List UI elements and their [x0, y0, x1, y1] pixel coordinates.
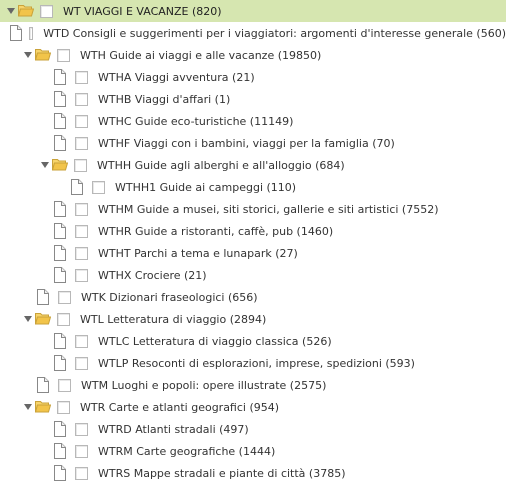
- document-icon: [53, 421, 69, 437]
- tree-label[interactable]: WTL Letteratura di viaggio (2894): [80, 313, 266, 326]
- tree-row-wth[interactable]: WTH Guide ai viaggi e alle vacanze (1985…: [0, 44, 506, 66]
- tree-label[interactable]: WTHB Viaggi d'affari (1): [98, 93, 230, 106]
- tree-row-wtha[interactable]: WTHA Viaggi avventura (21): [0, 66, 506, 88]
- document-icon: [53, 267, 69, 283]
- folder-open-icon: [35, 47, 51, 63]
- row-checkbox[interactable]: [58, 378, 71, 392]
- row-checkbox[interactable]: [75, 268, 88, 282]
- tree-label[interactable]: WTHA Viaggi avventura (21): [98, 71, 255, 84]
- row-checkbox[interactable]: [75, 444, 88, 458]
- tree-label[interactable]: WTHR Guide a ristoranti, caffè, pub (146…: [98, 225, 333, 238]
- tree-label[interactable]: WTR Carte e atlanti geografici (954): [80, 401, 279, 414]
- row-checkbox[interactable]: [75, 334, 88, 348]
- tree-label[interactable]: WTRM Carte geografiche (1444): [98, 445, 275, 458]
- document-icon: [70, 179, 86, 195]
- row-checkbox[interactable]: [57, 400, 70, 414]
- tree-row-wthh1[interactable]: WTHH1 Guide ai campeggi (110): [0, 176, 506, 198]
- tree-label[interactable]: WT VIAGGI E VACANZE (820): [63, 5, 222, 18]
- tree-row-wthx[interactable]: WTHX Crociere (21): [0, 264, 506, 286]
- expand-toggle-icon[interactable]: [23, 314, 33, 324]
- document-icon: [9, 25, 23, 41]
- folder-open-icon: [18, 3, 34, 19]
- document-icon: [53, 113, 69, 129]
- folder-open-icon: [35, 311, 51, 327]
- row-checkbox[interactable]: [57, 312, 70, 326]
- tree-label[interactable]: WTHM Guide a musei, siti storici, galler…: [98, 203, 439, 216]
- row-checkbox[interactable]: [75, 224, 88, 238]
- document-icon: [53, 443, 69, 459]
- document-icon: [53, 201, 69, 217]
- tree-label[interactable]: WTHC Guide eco-turistiche (11149): [98, 115, 293, 128]
- tree-row-wtd[interactable]: WTD Consigli e suggerimenti per i viaggi…: [0, 22, 506, 44]
- tree-row-wthh[interactable]: WTHH Guide agli alberghi e all'alloggio …: [0, 154, 506, 176]
- document-icon: [36, 377, 52, 393]
- document-icon: [53, 245, 69, 261]
- tree-row-wtlc[interactable]: WTLC Letteratura di viaggio classica (52…: [0, 330, 506, 352]
- row-checkbox[interactable]: [75, 356, 88, 370]
- document-icon: [36, 289, 52, 305]
- tree-label[interactable]: WTHH Guide agli alberghi e all'alloggio …: [97, 159, 345, 172]
- category-tree: WT VIAGGI E VACANZE (820) WTD Consigli e…: [0, 0, 506, 485]
- document-icon: [53, 223, 69, 239]
- tree-row-wthm[interactable]: WTHM Guide a musei, siti storici, galler…: [0, 198, 506, 220]
- tree-label[interactable]: WTRD Atlanti stradali (497): [98, 423, 249, 436]
- expand-toggle-icon[interactable]: [23, 402, 33, 412]
- tree-row-wtrm[interactable]: WTRM Carte geografiche (1444): [0, 440, 506, 462]
- row-checkbox[interactable]: [75, 422, 88, 436]
- tree-row-wtht[interactable]: WTHT Parchi a tema e lunapark (27): [0, 242, 506, 264]
- tree-row-wtm[interactable]: WTM Luoghi e popoli: opere illustrate (2…: [0, 374, 506, 396]
- tree-row-wtrd[interactable]: WTRD Atlanti stradali (497): [0, 418, 506, 440]
- row-checkbox[interactable]: [75, 92, 88, 106]
- document-icon: [53, 465, 69, 481]
- tree-row-wt[interactable]: WT VIAGGI E VACANZE (820): [0, 0, 506, 22]
- tree-label[interactable]: WTHX Crociere (21): [98, 269, 207, 282]
- row-checkbox[interactable]: [75, 114, 88, 128]
- row-checkbox[interactable]: [75, 70, 88, 84]
- document-icon: [53, 135, 69, 151]
- row-checkbox[interactable]: [57, 48, 70, 62]
- tree-row-wtr[interactable]: WTR Carte e atlanti geografici (954): [0, 396, 506, 418]
- document-icon: [53, 91, 69, 107]
- tree-label[interactable]: WTHT Parchi a tema e lunapark (27): [98, 247, 298, 260]
- row-checkbox[interactable]: [75, 466, 88, 480]
- tree-label[interactable]: WTM Luoghi e popoli: opere illustrate (2…: [81, 379, 326, 392]
- tree-row-wtlp[interactable]: WTLP Resoconti di esplorazioni, imprese,…: [0, 352, 506, 374]
- tree-label[interactable]: WTHF Viaggi con i bambini, viaggi per la…: [98, 137, 395, 150]
- row-checkbox[interactable]: [75, 202, 88, 216]
- row-checkbox[interactable]: [58, 290, 71, 304]
- tree-row-wthf[interactable]: WTHF Viaggi con i bambini, viaggi per la…: [0, 132, 506, 154]
- document-icon: [53, 333, 69, 349]
- expand-toggle-icon[interactable]: [6, 6, 16, 16]
- tree-label[interactable]: WTK Dizionari fraseologici (656): [81, 291, 258, 304]
- tree-row-wtl[interactable]: WTL Letteratura di viaggio (2894): [0, 308, 506, 330]
- tree-row-wthb[interactable]: WTHB Viaggi d'affari (1): [0, 88, 506, 110]
- row-checkbox[interactable]: [40, 4, 53, 18]
- row-checkbox[interactable]: [75, 246, 88, 260]
- tree-label[interactable]: WTRS Mappe stradali e piante di città (3…: [98, 467, 346, 480]
- tree-label[interactable]: WTH Guide ai viaggi e alle vacanze (1985…: [80, 49, 321, 62]
- folder-open-icon: [35, 399, 51, 415]
- tree-row-wthc[interactable]: WTHC Guide eco-turistiche (11149): [0, 110, 506, 132]
- expand-toggle-icon[interactable]: [23, 50, 33, 60]
- tree-row-wtk[interactable]: WTK Dizionari fraseologici (656): [0, 286, 506, 308]
- tree-label[interactable]: WTD Consigli e suggerimenti per i viaggi…: [43, 27, 506, 40]
- document-icon: [53, 69, 69, 85]
- tree-label[interactable]: WTLP Resoconti di esplorazioni, imprese,…: [98, 357, 415, 370]
- tree-label[interactable]: WTHH1 Guide ai campeggi (110): [115, 181, 296, 194]
- row-checkbox[interactable]: [92, 180, 105, 194]
- row-checkbox[interactable]: [74, 158, 87, 172]
- expand-toggle-icon[interactable]: [40, 160, 50, 170]
- folder-open-icon: [52, 157, 68, 173]
- document-icon: [53, 355, 69, 371]
- row-checkbox[interactable]: [75, 136, 88, 150]
- row-checkbox[interactable]: [28, 26, 34, 40]
- tree-row-wthr[interactable]: WTHR Guide a ristoranti, caffè, pub (146…: [0, 220, 506, 242]
- tree-row-wtrs[interactable]: WTRS Mappe stradali e piante di città (3…: [0, 462, 506, 484]
- tree-label[interactable]: WTLC Letteratura di viaggio classica (52…: [98, 335, 332, 348]
